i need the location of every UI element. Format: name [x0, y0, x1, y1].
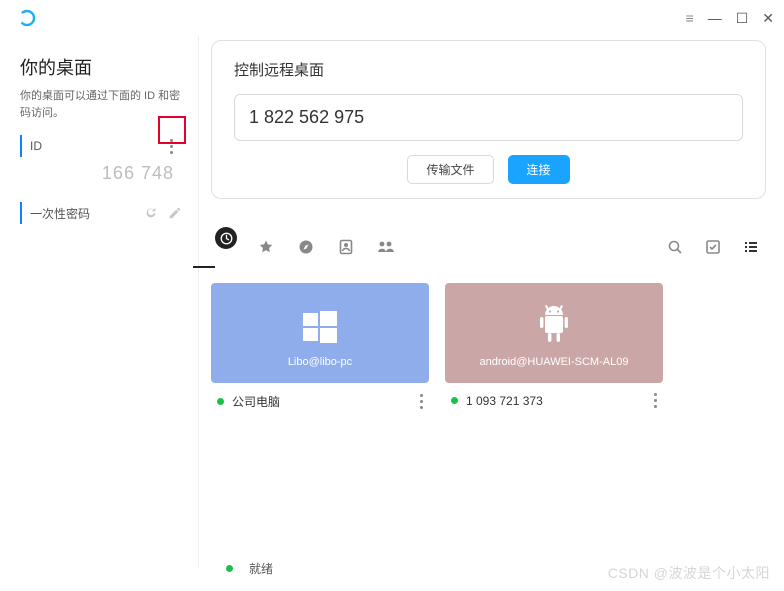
device-card-toplabel: android@HUAWEI-SCM-AL09: [480, 356, 629, 368]
close-button[interactable]: ✕: [762, 11, 774, 25]
hamburger-icon[interactable]: ≡: [686, 11, 694, 25]
remote-id-input[interactable]: [234, 94, 743, 141]
select-icon[interactable]: [702, 236, 724, 258]
content-area: 控制远程桌面 传输文件 连接: [199, 36, 784, 568]
card-more-button[interactable]: [654, 393, 657, 408]
remote-panel: 控制远程桌面 传输文件 连接: [211, 40, 766, 199]
id-row: ID: [20, 135, 182, 157]
refresh-icon[interactable]: [144, 206, 158, 220]
status-dot-icon: [451, 397, 458, 404]
card-more-button[interactable]: [420, 394, 423, 409]
minimize-button[interactable]: —: [708, 11, 722, 25]
list-view-icon[interactable]: [740, 236, 762, 258]
sidebar-title: 你的桌面: [20, 54, 182, 80]
more-vertical-icon: [420, 394, 423, 409]
status-text: 就绪: [249, 560, 273, 577]
password-row: 一次性密码: [20, 202, 182, 224]
device-card-toplabel: Libo@libo-pc: [288, 356, 352, 368]
status-dot-icon: [226, 565, 233, 572]
remote-panel-title: 控制远程桌面: [234, 59, 743, 80]
device-name: 1 093 721 373: [466, 394, 543, 408]
android-icon: [533, 304, 575, 350]
search-icon[interactable]: [664, 236, 686, 258]
watermark: CSDN @波波是个小太阳: [608, 563, 770, 583]
edit-icon[interactable]: [168, 206, 182, 220]
tab-addressbook[interactable]: [335, 236, 357, 258]
windows-icon: [297, 304, 343, 350]
maximize-button[interactable]: ☐: [736, 11, 749, 25]
transfer-file-button[interactable]: 传输文件: [407, 155, 493, 184]
tab-favorites[interactable]: [255, 236, 277, 258]
connect-button[interactable]: 连接: [508, 155, 570, 184]
sidebar: 你的桌面 你的桌面可以通过下面的 ID 和密码访问。 ID 166 748 一次…: [0, 36, 198, 568]
app-logo: [18, 9, 36, 27]
device-card-android[interactable]: android@HUAWEI-SCM-AL09 1 093 721 373: [445, 283, 663, 414]
device-card-windows[interactable]: Libo@libo-pc 公司电脑: [211, 283, 429, 414]
tabs-bar: [215, 227, 762, 267]
id-value: 166 748: [20, 163, 174, 184]
statusbar: 就绪: [212, 556, 283, 581]
device-name: 公司电脑: [232, 393, 280, 410]
status-dot-icon: [217, 398, 224, 405]
tab-recent[interactable]: [215, 227, 237, 249]
id-label: ID: [30, 139, 42, 153]
more-vertical-icon: [654, 393, 657, 408]
titlebar: ≡ — ☐ ✕: [0, 0, 784, 36]
device-cards: Libo@libo-pc 公司电脑 android@HUAWEI-SCM-AL0…: [211, 283, 766, 414]
sidebar-subtitle: 你的桌面可以通过下面的 ID 和密码访问。: [20, 88, 182, 121]
window-controls: ≡ — ☐ ✕: [686, 11, 774, 25]
tab-discover[interactable]: [295, 236, 317, 258]
password-label: 一次性密码: [30, 205, 90, 222]
more-vertical-icon: [170, 139, 173, 154]
id-more-button[interactable]: [160, 135, 182, 157]
tab-group[interactable]: [375, 236, 397, 258]
